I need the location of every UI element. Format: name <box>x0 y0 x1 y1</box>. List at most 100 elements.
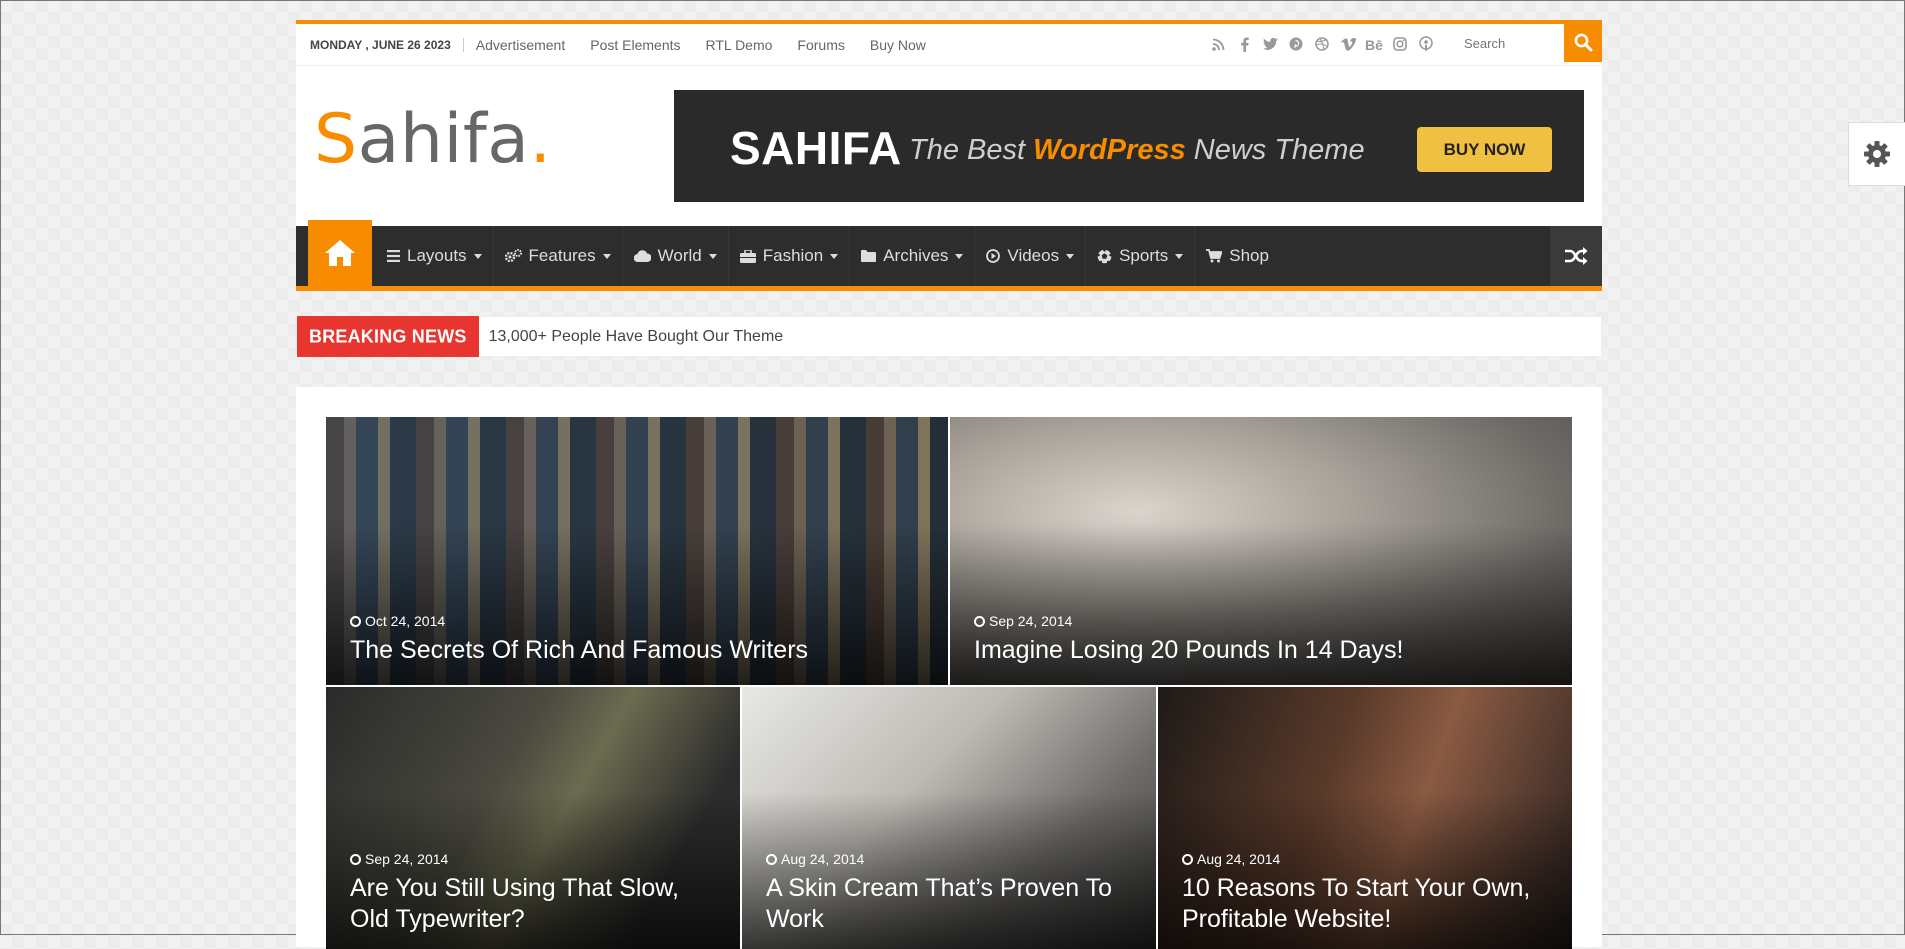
chevron-down-icon <box>830 253 839 259</box>
featured-post[interactable]: Sep 24, 2014 Are You Still Using That Sl… <box>326 687 740 949</box>
featured-post[interactable]: Oct 24, 2014 The Secrets Of Rich And Fam… <box>326 417 948 685</box>
behance-icon[interactable]: Bē <box>1364 34 1384 54</box>
chevron-down-icon <box>708 253 717 259</box>
briefcase-icon <box>739 249 756 263</box>
cloud-icon <box>633 250 651 262</box>
banner-buy-now-button[interactable]: BUY NOW <box>1417 127 1552 172</box>
search-button[interactable] <box>1564 23 1602 62</box>
svg-text:Bē: Bē <box>1365 38 1383 51</box>
post-date: Sep 24, 2014 <box>350 851 448 867</box>
instagram-icon[interactable] <box>1390 34 1410 54</box>
vimeo-icon[interactable] <box>1338 34 1358 54</box>
featured-post[interactable]: Aug 24, 2014 10 Reasons To Start Your Ow… <box>1158 687 1572 949</box>
top-link-buy-now[interactable]: Buy Now <box>870 37 926 53</box>
nav-menu: Layouts Features World Fashion Archives … <box>376 226 1280 286</box>
play-circle-icon <box>986 249 1001 263</box>
page-wrapper: MONDAY , JUNE 26 2023 Advertisement Post… <box>296 20 1602 949</box>
nav-item-shop[interactable]: Shop <box>1195 226 1280 286</box>
nav-item-videos[interactable]: Videos <box>975 226 1087 286</box>
top-link-post-elements[interactable]: Post Elements <box>590 37 680 53</box>
post-date-text: Aug 24, 2014 <box>781 851 865 867</box>
clock-icon <box>974 615 985 627</box>
top-bar: MONDAY , JUNE 26 2023 Advertisement Post… <box>296 20 1602 66</box>
featured-posts-grid: Oct 24, 2014 The Secrets Of Rich And Fam… <box>296 387 1602 949</box>
rss-icon[interactable] <box>1208 34 1228 54</box>
search-icon <box>1574 33 1592 52</box>
breaking-news-link[interactable]: 13,000+ People Have Bought Our Theme <box>489 328 784 346</box>
style-switcher-button[interactable] <box>1848 122 1905 186</box>
post-date: Oct 24, 2014 <box>350 613 445 629</box>
post-date-text: Sep 24, 2014 <box>365 851 449 867</box>
post-title[interactable]: A Skin Cream That’s Proven To Work <box>766 873 1138 935</box>
chevron-down-icon <box>473 253 482 259</box>
banner-tagline: The Best WordPress News Theme <box>909 134 1365 167</box>
nav-label: World <box>657 246 702 265</box>
gear-icon <box>1864 141 1890 167</box>
post-date-text: Oct 24, 2014 <box>365 613 446 629</box>
post-date-text: Sep 24, 2014 <box>989 613 1073 629</box>
banner-brand: SAHIFA <box>730 122 902 174</box>
post-title[interactable]: Are You Still Using That Slow, Old Typew… <box>350 873 722 935</box>
nav-item-layouts[interactable]: Layouts <box>376 226 494 286</box>
banner-tag-after: News Theme <box>1185 134 1365 166</box>
gears-icon <box>504 249 522 263</box>
featured-post[interactable]: Aug 24, 2014 A Skin Cream That’s Proven … <box>742 687 1156 949</box>
post-date: Sep 24, 2014 <box>974 613 1072 629</box>
clock-icon <box>766 853 777 865</box>
facebook-icon[interactable] <box>1234 34 1254 54</box>
cart-icon <box>1206 249 1223 263</box>
nav-label: Archives <box>883 246 949 265</box>
post-title[interactable]: 10 Reasons To Start Your Own, Profitable… <box>1182 873 1554 935</box>
top-link-advertisement[interactable]: Advertisement <box>476 37 565 53</box>
nav-item-archives[interactable]: Archives <box>850 226 976 286</box>
pinterest-icon[interactable] <box>1286 34 1306 54</box>
top-menu: Advertisement Post Elements RTL Demo For… <box>476 37 951 53</box>
nav-item-world[interactable]: World <box>623 226 729 286</box>
top-link-rtl-demo[interactable]: RTL Demo <box>706 37 773 53</box>
podcast-icon[interactable] <box>1416 34 1436 54</box>
chevron-down-icon <box>955 253 964 259</box>
site-header: Sahifa. SAHIFA The Best WordPress News T… <box>296 66 1602 226</box>
bars-icon <box>387 250 400 262</box>
home-button[interactable] <box>308 220 372 286</box>
clock-icon <box>1182 853 1193 865</box>
shuffle-icon <box>1565 247 1588 265</box>
search-input[interactable] <box>1452 28 1564 58</box>
logo-rest: ahifa <box>357 100 530 179</box>
chevron-down-icon <box>602 253 611 259</box>
post-title[interactable]: Imagine Losing 20 Pounds In 14 Days! <box>974 635 1554 666</box>
twitter-icon[interactable] <box>1260 34 1280 54</box>
chevron-down-icon <box>1175 253 1184 259</box>
site-logo[interactable]: Sahifa. <box>314 106 552 174</box>
chevron-down-icon <box>1066 253 1075 259</box>
clock-icon <box>350 853 361 865</box>
logo-first-letter: S <box>314 100 358 179</box>
dribbble-icon[interactable] <box>1312 34 1332 54</box>
nav-item-sports[interactable]: Sports <box>1086 226 1196 286</box>
social-icons: Bē <box>1208 34 1436 54</box>
nav-label: Features <box>528 246 596 265</box>
nav-label: Layouts <box>407 246 467 265</box>
today-date: MONDAY , JUNE 26 2023 <box>296 37 464 52</box>
post-date: Aug 24, 2014 <box>766 851 864 867</box>
logo-dot: . <box>529 100 552 179</box>
header-ad-banner[interactable]: SAHIFA The Best WordPress News Theme BUY… <box>674 90 1584 202</box>
nav-label: Fashion <box>762 246 824 265</box>
nav-label: Shop <box>1229 246 1269 265</box>
soccer-ball-icon <box>1097 248 1112 264</box>
nav-label: Videos <box>1007 246 1060 265</box>
clock-icon <box>350 615 361 627</box>
banner-tag-highlight: WordPress <box>1033 134 1186 166</box>
breaking-news-bar: BREAKING NEWS 13,000+ People Have Bought… <box>296 316 1602 357</box>
post-date: Aug 24, 2014 <box>1182 851 1280 867</box>
top-link-forums[interactable]: Forums <box>797 37 844 53</box>
home-icon <box>325 240 355 266</box>
folder-icon <box>861 250 877 262</box>
featured-post[interactable]: Sep 24, 2014 Imagine Losing 20 Pounds In… <box>950 417 1572 685</box>
random-article-button[interactable] <box>1550 226 1602 286</box>
post-title[interactable]: The Secrets Of Rich And Famous Writers <box>350 635 930 666</box>
banner-tag-before: The Best <box>909 134 1034 166</box>
nav-item-features[interactable]: Features <box>494 226 623 286</box>
nav-label: Sports <box>1119 246 1169 265</box>
nav-item-fashion[interactable]: Fashion <box>729 226 851 286</box>
